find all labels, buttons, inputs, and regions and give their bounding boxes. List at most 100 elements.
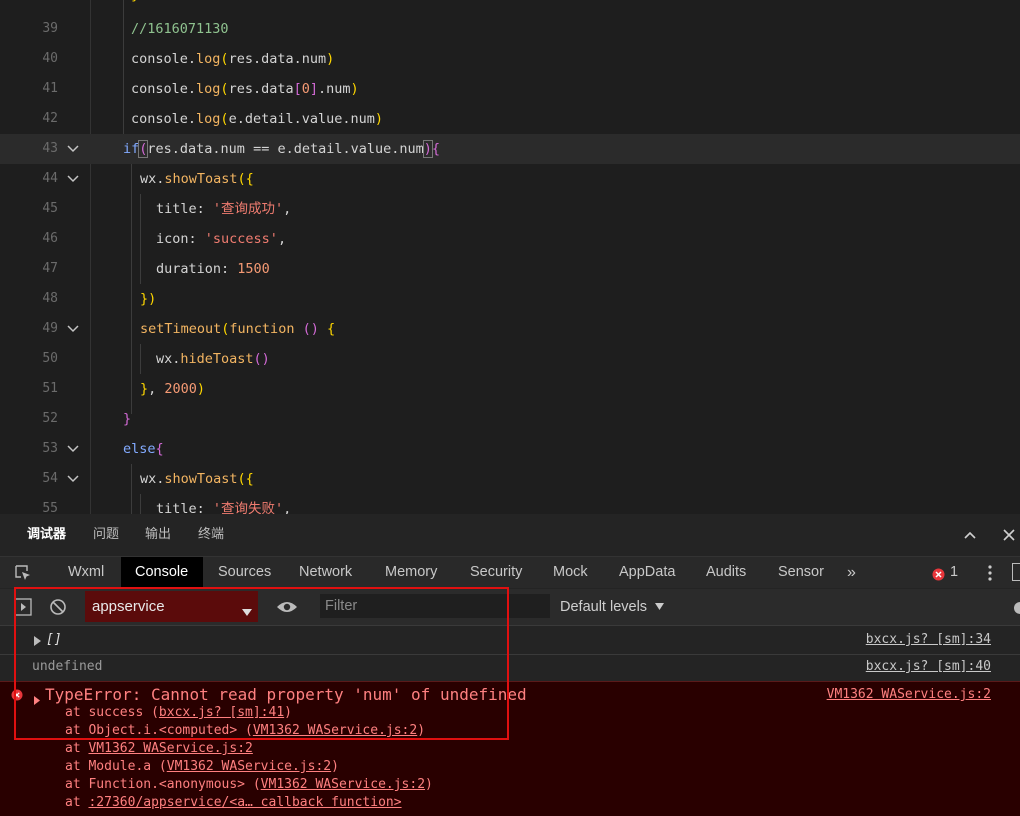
code-line: 50 wx.hideToast() (0, 344, 1020, 374)
console-settings-icon[interactable] (1012, 600, 1020, 619)
more-options-icon[interactable] (988, 565, 992, 585)
fold-chevron-icon[interactable] (66, 441, 80, 455)
stack-frame-text: at Module.a ( (65, 759, 167, 774)
code-text: console.log(res.data.num) (131, 51, 335, 67)
code-text: title: '查询成功', (156, 201, 292, 217)
fold-chevron-icon[interactable] (66, 141, 80, 155)
tab-debugger[interactable]: 调试器 (27, 514, 66, 556)
line-number: 54 (42, 471, 58, 486)
source-link[interactable]: bxcx.js? [sm]:34 (866, 632, 991, 647)
tab-appdata[interactable]: AppData (619, 557, 675, 588)
devtools-tabbar: Wxml Console Sources Network Memory Secu… (0, 557, 1020, 588)
tab-output[interactable]: 输出 (145, 514, 171, 556)
line-number: 47 (42, 261, 58, 276)
code-line: 44 wx.showToast({ (0, 164, 1020, 194)
stack-frame-link[interactable]: VM1362 WAService.js:2 (167, 759, 331, 774)
code-text: wx.hideToast() (156, 351, 270, 367)
line-number: 45 (42, 201, 58, 216)
annotation-highlight-box (14, 587, 509, 740)
stack-frame-link[interactable]: VM1362 WAService.js:2 (261, 777, 425, 792)
code-line: 41 console.log(res.data[0].num) (0, 74, 1020, 104)
code-editor[interactable]: } 39 //1616071130 40 console.log(res.dat… (0, 0, 1020, 514)
stack-frame-text: ) (425, 777, 433, 792)
stack-frame-text: at (65, 741, 89, 756)
line-number: 44 (42, 171, 58, 186)
tab-wxml[interactable]: Wxml (68, 557, 104, 588)
line-number: 42 (42, 111, 58, 126)
line-number: 43 (42, 141, 58, 156)
code-line: 49 setTimeout(function () { (0, 314, 1020, 344)
panel-tabs: 调试器 问题 输出 终端 (0, 514, 1020, 557)
code-line: 55 title: '查询失败', (0, 494, 1020, 514)
error-count-icon[interactable] (932, 566, 945, 585)
stack-frame-text: at Function.<anonymous> ( (65, 777, 261, 792)
stack-frame-text: at (65, 795, 89, 810)
code-text: else{ (123, 441, 164, 457)
code-fragment: } (131, 0, 139, 10)
source-link[interactable]: VM1362 WAService.js:2 (827, 686, 991, 704)
line-number: 51 (42, 381, 58, 396)
tab-sensor[interactable]: Sensor (778, 557, 824, 588)
tab-console[interactable]: Console (135, 557, 188, 588)
fold-chevron-icon[interactable] (66, 471, 80, 485)
inspect-element-icon[interactable] (14, 564, 32, 586)
source-link[interactable]: bxcx.js? [sm]:40 (866, 659, 991, 674)
fold-chevron-icon[interactable] (66, 321, 80, 335)
close-panel-icon[interactable] (1001, 527, 1017, 547)
line-number: 50 (42, 351, 58, 366)
more-tabs-button[interactable]: » (847, 557, 856, 588)
code-line: 53 else{ (0, 434, 1020, 464)
line-number: 41 (42, 81, 58, 96)
line-number: 52 (42, 411, 58, 426)
line-number: 49 (42, 321, 58, 336)
code-line: 42 console.log(e.detail.value.num) (0, 104, 1020, 134)
code-line: 54 wx.showToast({ (0, 464, 1020, 494)
log-levels-label: Default levels (560, 599, 648, 615)
code-text: }, 2000) (140, 381, 206, 397)
code-line: 52 } (0, 404, 1020, 434)
code-text: wx.showToast({ (140, 171, 254, 187)
stack-frame-link[interactable]: :27360/appservice/<a… callback function> (88, 795, 401, 810)
code-line: 47 duration: 1500 (0, 254, 1020, 284)
code-line: 45 title: '查询成功', (0, 194, 1020, 224)
log-levels-dropdown[interactable]: Default levels (560, 589, 665, 625)
stack-frame-link[interactable]: VM1362 WAService.js:2 (88, 741, 252, 756)
code-text: duration: 1500 (156, 261, 270, 277)
code-text: }) (140, 291, 157, 307)
line-number: 39 (42, 21, 58, 36)
line-number: 48 (42, 291, 58, 306)
line-number: 40 (42, 51, 58, 66)
code-comment: //1616071130 (131, 21, 229, 37)
code-line: 40 console.log(res.data.num) (0, 44, 1020, 74)
tab-network[interactable]: Network (299, 557, 352, 588)
stack-frame: at VM1362 WAService.js:2 (65, 740, 253, 758)
tab-audits[interactable]: Audits (706, 557, 746, 588)
caret-down-icon (655, 603, 665, 610)
code-text: } (123, 411, 132, 427)
tab-mock[interactable]: Mock (553, 557, 588, 588)
stack-frame-text: ) (331, 759, 339, 774)
stack-frame: at Function.<anonymous> (VM1362 WAServic… (65, 776, 433, 794)
stack-frame: at Module.a (VM1362 WAService.js:2) (65, 758, 339, 776)
line-number: 55 (42, 501, 58, 514)
code-text: console.log(e.detail.value.num) (131, 111, 384, 127)
code-text: icon: 'success', (156, 231, 287, 247)
line-number: 46 (42, 231, 58, 246)
code-line: 48 }) (0, 284, 1020, 314)
code-text: setTimeout(function () { (140, 321, 336, 337)
code-line: 51 }, 2000) (0, 374, 1020, 404)
tab-memory[interactable]: Memory (385, 557, 437, 588)
collapse-panel-icon[interactable] (962, 527, 978, 547)
stack-frame: at :27360/appservice/<a… callback functi… (65, 794, 402, 812)
dock-side-icon[interactable] (1012, 563, 1020, 581)
error-count: 1 (950, 564, 959, 580)
code-text: if(res.data.num == e.detail.value.num){ (123, 140, 441, 158)
tab-problems[interactable]: 问题 (93, 514, 119, 556)
code-text: wx.showToast({ (140, 471, 254, 487)
code-text: title: '查询失败', (156, 501, 292, 514)
code-line-current: 43 if(res.data.num == e.detail.value.num… (0, 134, 1020, 164)
tab-terminal[interactable]: 终端 (198, 514, 224, 556)
tab-sources[interactable]: Sources (218, 557, 271, 588)
fold-chevron-icon[interactable] (66, 171, 80, 185)
tab-security[interactable]: Security (470, 557, 522, 588)
